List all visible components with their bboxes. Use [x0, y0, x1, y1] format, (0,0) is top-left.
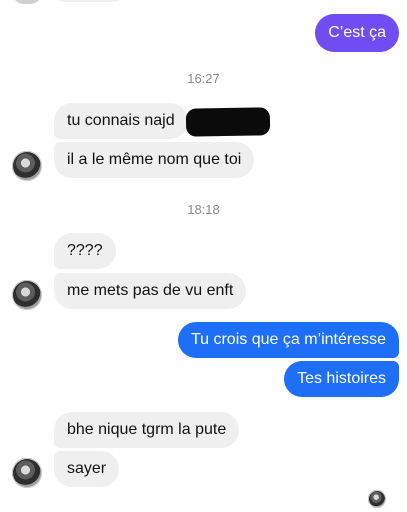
message-bubble-outgoing[interactable]: Tes histoires	[284, 361, 399, 397]
message-bubble-incoming[interactable]: ????	[54, 233, 116, 269]
redaction-mark	[185, 107, 271, 137]
contact-avatar[interactable]	[12, 280, 42, 310]
message-bubble-incoming[interactable]: me mets pas de vu enft	[54, 273, 247, 309]
previous-message-fragment	[0, 0, 130, 4]
timestamp: 16:27	[187, 71, 220, 86]
message-bubble-incoming[interactable]: bhe nique tgrm la pute	[54, 412, 240, 448]
avatar-fragment	[12, 0, 42, 4]
bubble-fragment	[54, 0, 124, 2]
message-bubble-incoming[interactable]: il a le même nom que toi	[54, 142, 255, 178]
contact-avatar[interactable]	[12, 458, 42, 488]
message-bubble-incoming[interactable]: sayer	[54, 451, 120, 487]
seen-receipt-avatar	[368, 490, 386, 508]
message-bubble-incoming[interactable]: tu connais najd	[54, 103, 188, 139]
contact-avatar[interactable]	[12, 151, 42, 181]
message-bubble-outgoing[interactable]: Tu crois que ça m’intéresse	[177, 322, 399, 358]
message-bubble-outgoing[interactable]: C’est ça	[315, 14, 399, 52]
timestamp: 18:18	[187, 202, 220, 217]
